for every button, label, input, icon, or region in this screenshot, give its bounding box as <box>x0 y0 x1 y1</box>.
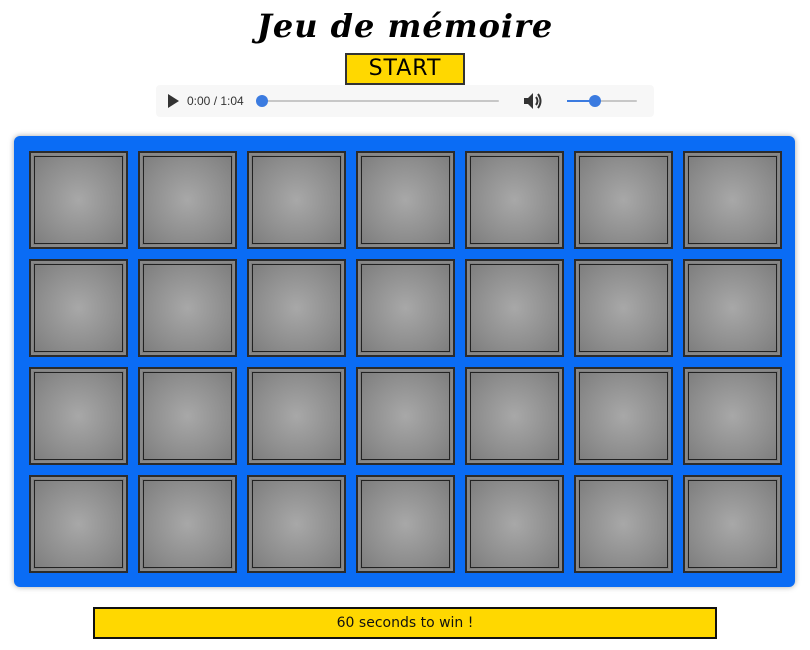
memory-card[interactable] <box>247 259 346 357</box>
memory-card[interactable] <box>356 259 455 357</box>
card-back <box>358 153 453 247</box>
memory-card[interactable] <box>138 259 237 357</box>
card-back <box>140 477 235 571</box>
memory-card[interactable] <box>138 151 237 249</box>
card-back <box>140 261 235 355</box>
play-icon[interactable] <box>166 94 180 108</box>
memory-card[interactable] <box>29 151 128 249</box>
audio-seek-slider[interactable] <box>256 95 499 107</box>
volume-icon[interactable] <box>523 92 543 110</box>
volume-slider[interactable] <box>567 95 637 107</box>
card-back <box>685 369 780 463</box>
audio-seek-thumb[interactable] <box>256 95 268 107</box>
game-title: Jeu de mémoire <box>256 7 554 45</box>
card-back <box>685 153 780 247</box>
memory-card[interactable] <box>683 475 782 573</box>
memory-card[interactable] <box>29 259 128 357</box>
memory-card[interactable] <box>138 367 237 465</box>
card-back <box>576 153 671 247</box>
audio-time: 0:00 / 1:04 <box>187 94 244 108</box>
memory-card[interactable] <box>356 475 455 573</box>
memory-card[interactable] <box>683 367 782 465</box>
card-back <box>467 369 562 463</box>
memory-card[interactable] <box>574 475 673 573</box>
card-back <box>685 477 780 571</box>
memory-card[interactable] <box>574 151 673 249</box>
memory-card[interactable] <box>465 367 564 465</box>
card-back <box>249 369 344 463</box>
card-back <box>140 369 235 463</box>
card-back <box>576 261 671 355</box>
card-back <box>467 261 562 355</box>
card-back <box>249 477 344 571</box>
card-back <box>467 477 562 571</box>
memory-card[interactable] <box>247 475 346 573</box>
memory-card[interactable] <box>465 151 564 249</box>
card-grid <box>29 151 782 573</box>
memory-card[interactable] <box>574 259 673 357</box>
memory-card[interactable] <box>29 475 128 573</box>
memory-card[interactable] <box>465 259 564 357</box>
card-back <box>685 261 780 355</box>
card-back <box>358 477 453 571</box>
card-back <box>249 261 344 355</box>
memory-card[interactable] <box>247 367 346 465</box>
start-button[interactable]: START <box>345 53 465 85</box>
card-back <box>31 477 126 571</box>
card-back <box>140 153 235 247</box>
card-back <box>576 477 671 571</box>
card-back <box>31 369 126 463</box>
memory-card[interactable] <box>138 475 237 573</box>
audio-player: 0:00 / 1:04 <box>156 85 654 117</box>
volume-thumb[interactable] <box>589 95 601 107</box>
memory-card[interactable] <box>683 259 782 357</box>
card-back <box>249 153 344 247</box>
memory-card[interactable] <box>29 367 128 465</box>
memory-card[interactable] <box>356 151 455 249</box>
memory-card[interactable] <box>465 475 564 573</box>
card-back <box>358 261 453 355</box>
card-back <box>31 261 126 355</box>
memory-card[interactable] <box>247 151 346 249</box>
card-back <box>358 369 453 463</box>
card-back <box>31 153 126 247</box>
memory-card[interactable] <box>683 151 782 249</box>
card-back <box>576 369 671 463</box>
status-message: 60 seconds to win ! <box>93 607 717 639</box>
memory-card[interactable] <box>574 367 673 465</box>
memory-card[interactable] <box>356 367 455 465</box>
card-back <box>467 153 562 247</box>
game-board <box>14 136 795 587</box>
